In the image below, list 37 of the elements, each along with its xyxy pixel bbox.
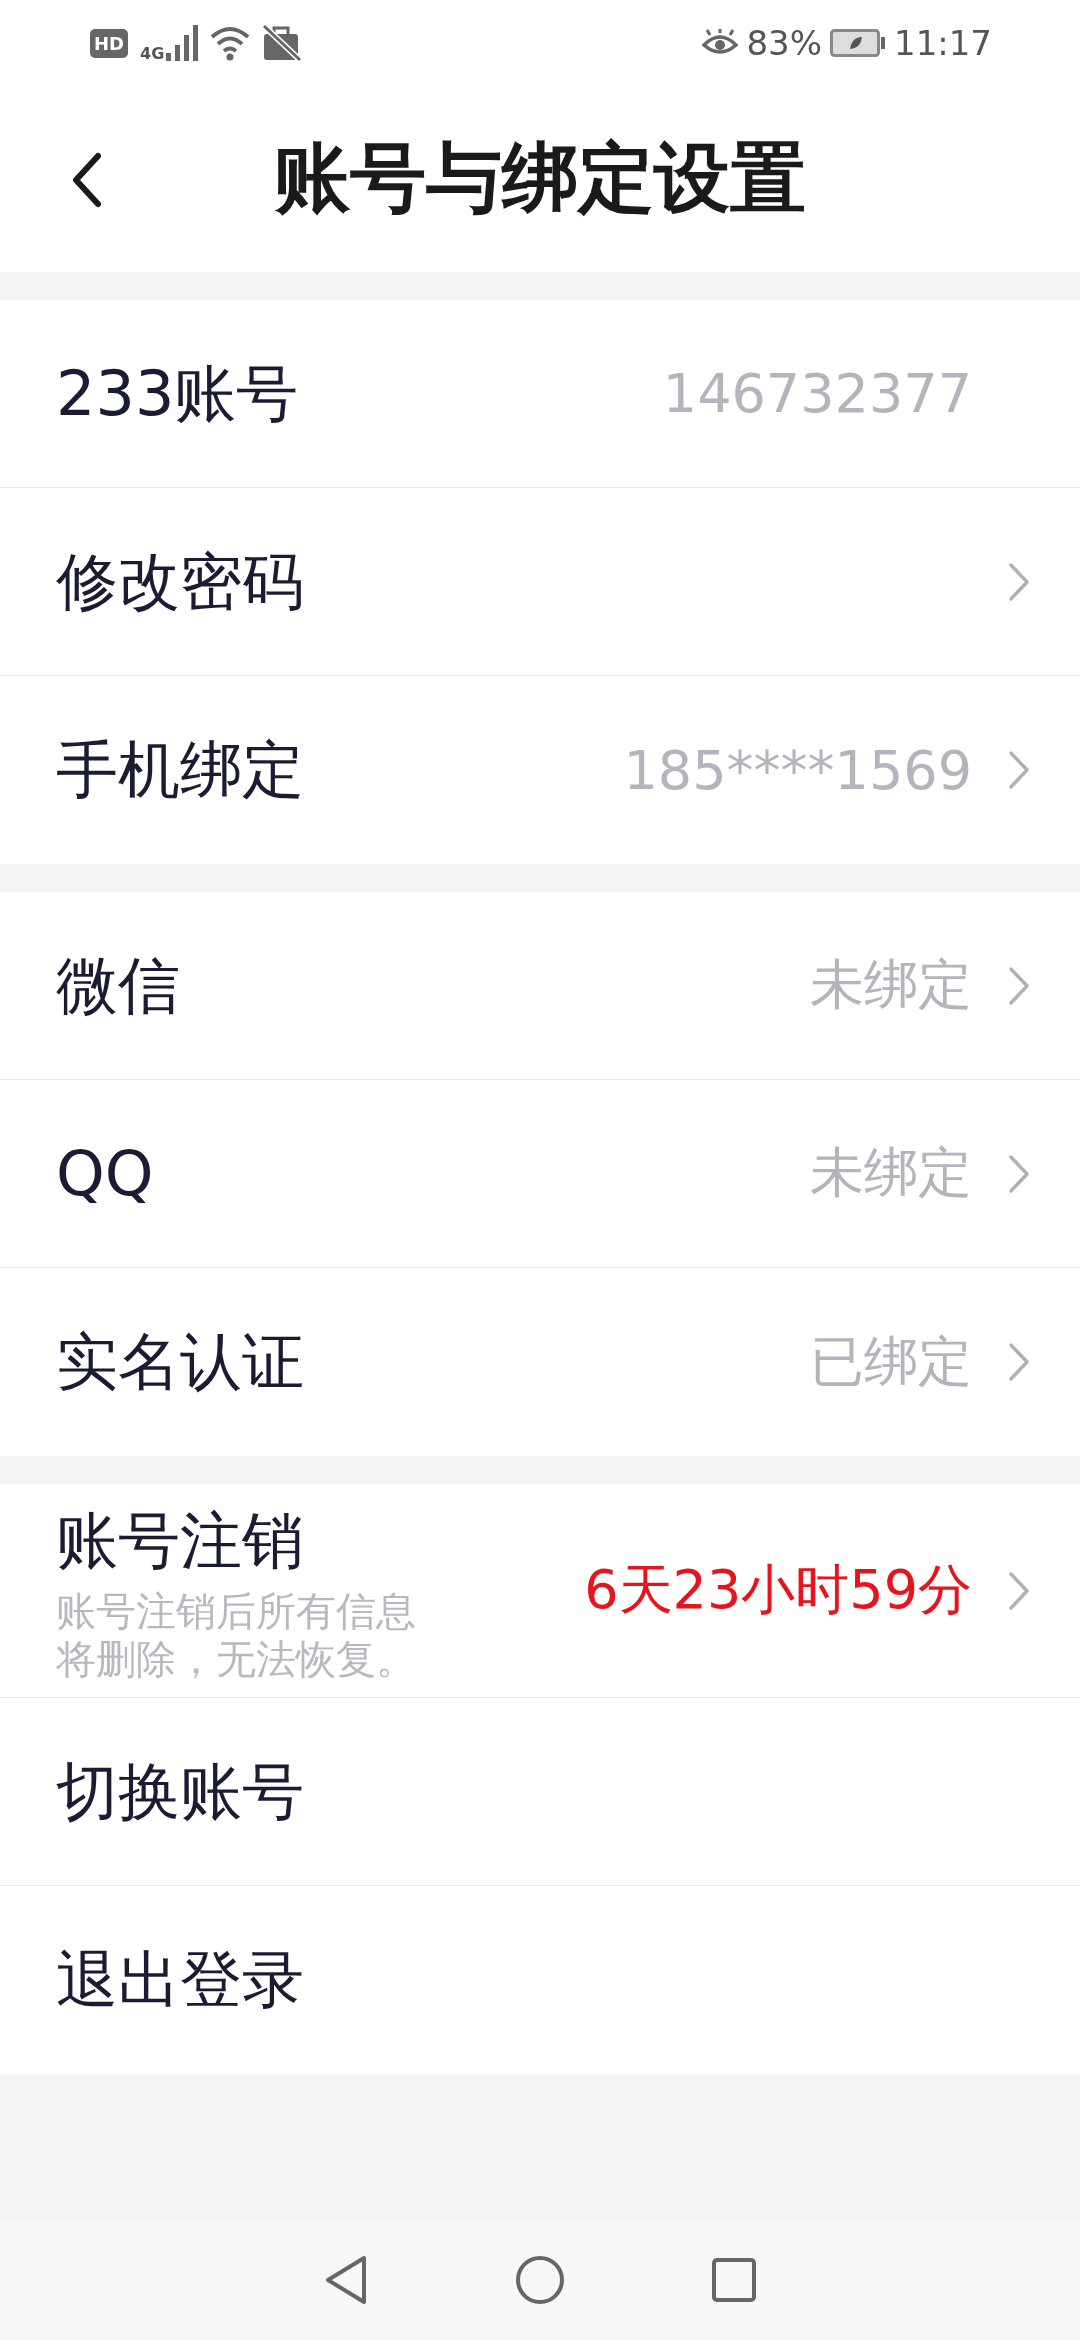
network-type: 4G (140, 43, 165, 63)
row-label: 微信 (56, 947, 180, 1024)
settings-row[interactable]: 修改密码 (0, 488, 1080, 676)
home-nav-icon[interactable] (514, 2254, 566, 2306)
page-title: 账号与绑定设置 (274, 131, 806, 224)
hd-badge: HD (90, 28, 128, 58)
wifi-icon (210, 25, 251, 61)
row-label: QQ (56, 1137, 154, 1210)
settings-row[interactable]: 切换账号 (0, 1698, 1080, 1886)
row-label: 实名认证 (56, 1324, 304, 1400)
row-label: 233账号 (56, 355, 299, 432)
settings-row[interactable]: QQ 未绑定 (0, 1080, 1080, 1268)
row-value: 未绑定 (810, 1140, 972, 1206)
row-label: 账号注销 (56, 1502, 305, 1579)
row-value: 185****1569 (623, 738, 972, 802)
signal-icon (166, 25, 199, 61)
settings-row[interactable]: 退出登录 (0, 1886, 1080, 2074)
row-value: 已绑定 (810, 1328, 972, 1395)
briefcase-off-icon (262, 24, 303, 62)
settings-row[interactable]: 账号注销 账号注销后所有信息将删除，无法恢复。 6天23小时59分 (0, 1484, 1080, 1698)
settings-row[interactable]: 微信 未绑定 (0, 892, 1080, 1080)
recents-nav-icon[interactable] (710, 2256, 758, 2304)
row-label: 切换账号 (56, 1753, 304, 1830)
row-label: 手机绑定 (56, 732, 304, 808)
row-value: 146732377 (662, 362, 972, 425)
battery-percent: 83% (746, 23, 822, 63)
clock: 11:17 (894, 23, 992, 63)
row-value: 未绑定 (810, 952, 972, 1018)
settings-row[interactable]: 手机绑定 185****1569 (0, 676, 1080, 864)
battery-icon (830, 29, 886, 57)
row-label: 修改密码 (56, 543, 304, 620)
settings-row[interactable]: 233账号 146732377 (0, 300, 1080, 488)
row-value: 6天23小时59分 (584, 1557, 972, 1623)
row-note: 账号注销后所有信息将删除，无法恢复。 (56, 1586, 416, 1683)
eye-icon (702, 29, 739, 57)
row-label: 退出登录 (56, 1942, 304, 2018)
settings-row[interactable]: 实名认证 已绑定 (0, 1268, 1080, 1456)
